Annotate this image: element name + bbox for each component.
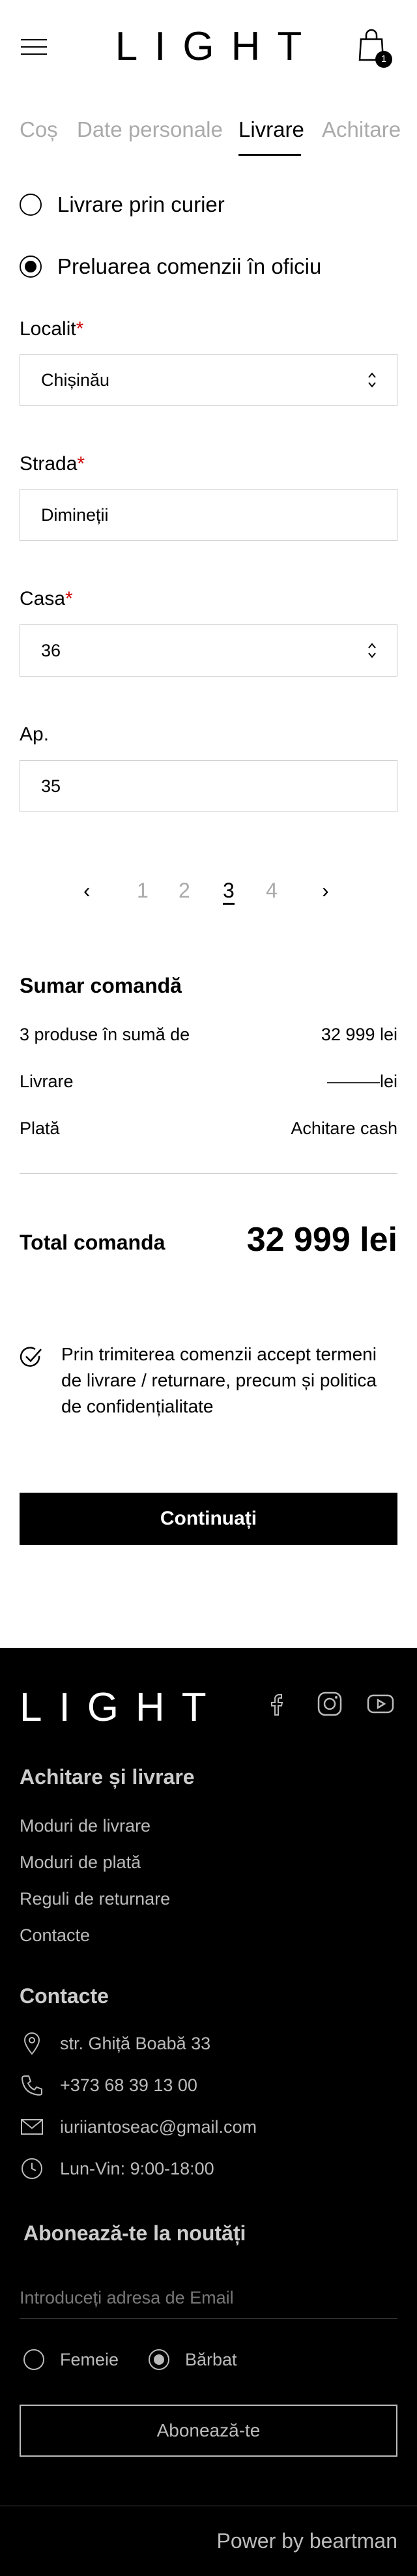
pickup-option[interactable]: Preluarea comenzii în oficiu xyxy=(20,254,321,279)
consent-text: Prin trimiterea comenzii accept termeni … xyxy=(20,1341,397,1420)
footer: LIGHT Achitare și livrare Moduri de livr… xyxy=(0,1648,417,2576)
locality-value: Chișinău xyxy=(41,370,110,390)
cart-count-badge: 1 xyxy=(375,51,392,68)
footer-contacts-heading: Contacte xyxy=(20,1984,109,2008)
courier-option-label: Livrare prin curier xyxy=(57,192,225,216)
tab-payment[interactable]: Achitare xyxy=(322,117,401,142)
powered-by[interactable]: Power by beartman xyxy=(217,2529,397,2553)
tab-personal-data[interactable]: Date personale xyxy=(77,117,223,142)
courier-option[interactable]: Livrare prin curier xyxy=(20,192,225,217)
gender-male-option[interactable]: Bărbat xyxy=(149,2349,237,2370)
clock-icon xyxy=(22,2158,42,2179)
locality-label: Localit* xyxy=(20,318,84,340)
footer-email[interactable]: iuriiantoseac@gmail.com xyxy=(20,2115,257,2139)
page-2[interactable]: 2 xyxy=(179,879,190,903)
pickup-radio[interactable] xyxy=(20,256,42,278)
house-label: Casa* xyxy=(20,588,73,609)
apartment-input[interactable]: 35 xyxy=(20,760,397,812)
house-select[interactable]: 36 xyxy=(20,624,397,677)
footer-newsletter-heading: Abonează-te la noutăți xyxy=(23,2221,246,2245)
footer-link-returns[interactable]: Reguli de returnare xyxy=(20,1889,170,1909)
footer-hours: Lun-Vin: 9:00-18:00 xyxy=(20,2156,214,2181)
street-value: Dimineții xyxy=(41,505,109,525)
subscribe-button[interactable]: Abonează-te xyxy=(20,2405,397,2457)
summary-delivery-row: Livrare ———lei xyxy=(20,1072,397,1092)
total-value: 32 999 lei xyxy=(246,1221,397,1259)
tab-delivery[interactable]: Livrare xyxy=(238,117,304,142)
products-value: 32 999 lei xyxy=(321,1025,397,1044)
gender-male-radio[interactable] xyxy=(149,2349,169,2370)
cart-button[interactable]: 1 xyxy=(357,29,392,68)
continue-button[interactable]: Continuați xyxy=(20,1493,397,1545)
pagination: ‹ 1 2 3 4 › xyxy=(0,873,417,913)
footer-payment-heading: Achitare și livrare xyxy=(20,1765,195,1789)
courier-radio[interactable] xyxy=(20,194,42,216)
footer-link-delivery[interactable]: Moduri de livrare xyxy=(20,1816,151,1836)
total-label: Total comanda xyxy=(20,1231,165,1254)
footer-link-payment[interactable]: Moduri de plată xyxy=(20,1852,141,1873)
street-label: Strada* xyxy=(20,453,85,475)
summary-products-row: 3 produse în sumă de 32 999 lei xyxy=(20,1025,397,1045)
footer-address: str. Ghiță Boabă 33 xyxy=(20,2031,210,2056)
next-page-button[interactable]: › xyxy=(322,879,329,903)
payment-value: Achitare cash xyxy=(291,1119,397,1138)
active-tab-indicator xyxy=(238,154,301,156)
gender-female-option[interactable]: Femeie xyxy=(23,2349,119,2370)
footer-phone[interactable]: +373 68 39 13 00 xyxy=(20,2073,197,2098)
footer-logo[interactable]: LIGHT xyxy=(20,1684,223,1731)
products-label: 3 produse în sumă de xyxy=(20,1025,190,1044)
delivery-label: Livrare xyxy=(20,1072,74,1091)
page-1[interactable]: 1 xyxy=(137,879,149,903)
house-value: 36 xyxy=(41,641,61,660)
prev-page-button[interactable]: ‹ xyxy=(83,879,91,903)
apartment-label: Ap. xyxy=(20,724,50,745)
select-chevron-icon xyxy=(368,643,376,658)
page-3-current[interactable]: 3 xyxy=(223,879,235,905)
instagram-icon[interactable] xyxy=(315,1690,344,1718)
delivery-value: ———lei xyxy=(326,1072,397,1091)
location-pin-icon xyxy=(23,2032,40,2055)
summary-divider xyxy=(20,1173,397,1174)
newsletter-email-input[interactable] xyxy=(20,2277,397,2319)
page-4[interactable]: 4 xyxy=(266,879,278,903)
street-input[interactable]: Dimineții xyxy=(20,489,397,541)
check-circle-icon xyxy=(20,1347,42,1367)
phone-icon xyxy=(21,2075,42,2096)
payment-label: Plată xyxy=(20,1119,60,1138)
facebook-icon[interactable] xyxy=(265,1690,293,1718)
header: LIGHT 1 xyxy=(0,0,417,98)
apartment-value: 35 xyxy=(41,776,61,796)
mail-icon xyxy=(21,2119,43,2135)
footer-link-contacts[interactable]: Contacte xyxy=(20,1925,90,1946)
select-chevron-icon xyxy=(368,372,376,388)
locality-select[interactable]: Chișinău xyxy=(20,354,397,406)
pickup-option-label: Preluarea comenzii în oficiu xyxy=(57,254,322,278)
summary-title: Sumar comandă xyxy=(20,974,182,997)
checkout-steps: Coș Date personale Livrare Achitare xyxy=(0,111,417,156)
youtube-icon[interactable] xyxy=(366,1690,395,1718)
tab-cart[interactable]: Coș xyxy=(20,117,58,142)
gender-female-radio[interactable] xyxy=(23,2349,44,2370)
logo[interactable]: LIGHT xyxy=(0,23,417,70)
summary-payment-row: Plată Achitare cash xyxy=(20,1119,397,1139)
